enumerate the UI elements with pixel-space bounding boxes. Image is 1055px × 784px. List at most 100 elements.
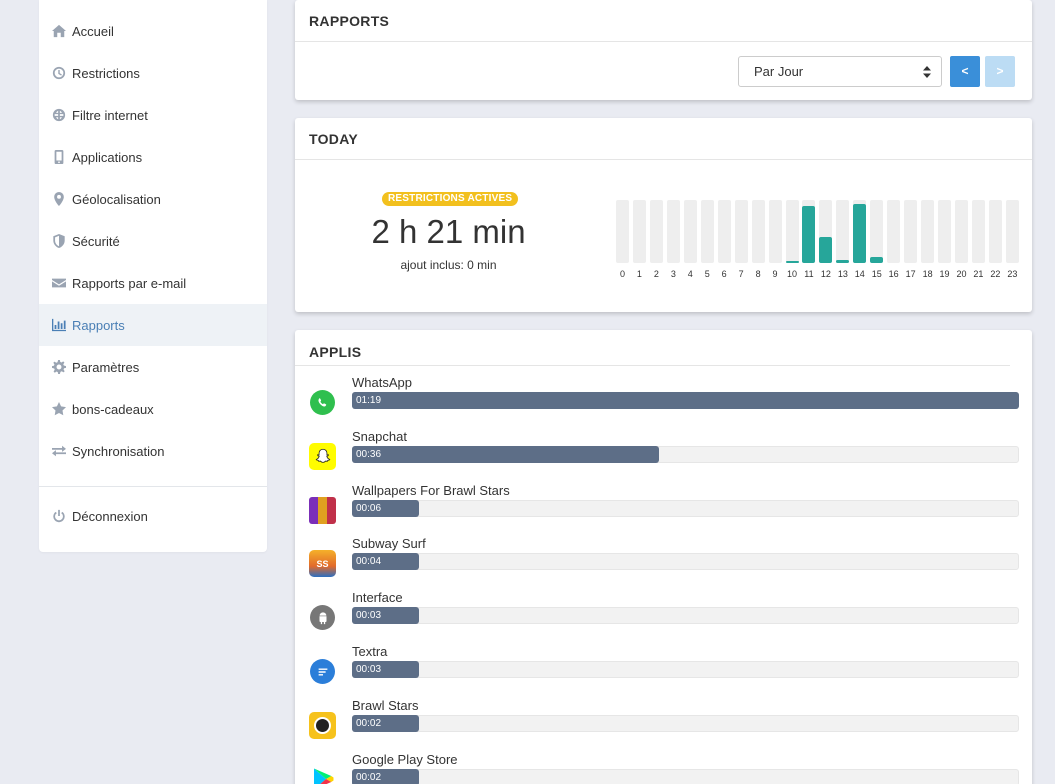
sidebar-item-bons-cadeaux[interactable]: bons-cadeaux bbox=[39, 388, 267, 430]
app-usage-time: 00:03 bbox=[356, 610, 382, 622]
sidebar-item-rapports-par-e-mail[interactable]: Rapports par e-mail bbox=[39, 262, 267, 304]
logout-button[interactable]: Déconnexion bbox=[39, 495, 267, 537]
textra-icon bbox=[309, 658, 336, 685]
sidebar-item-label: Filtre internet bbox=[72, 107, 148, 123]
shield-icon bbox=[51, 233, 67, 249]
app-usage-bar: 00:03 bbox=[352, 661, 419, 678]
app-usage-bar: 00:36 bbox=[352, 445, 659, 463]
hour-bar-track bbox=[921, 200, 935, 263]
bar-chart-icon bbox=[51, 317, 67, 333]
period-select[interactable]: Par Jour bbox=[738, 56, 942, 87]
hour-bar-track bbox=[870, 200, 884, 263]
sidebar-item-filtre-internet[interactable]: Filtre internet bbox=[39, 94, 267, 136]
sidebar-item-label: Rapports par e-mail bbox=[72, 275, 187, 291]
sidebar-item-applications[interactable]: Applications bbox=[39, 136, 267, 178]
hour-label: 20 bbox=[956, 269, 967, 279]
home-icon bbox=[51, 23, 67, 39]
hour-label: 14 bbox=[854, 269, 865, 279]
applis-card: APPLIS WhatsApp 01:19 Snapchat 00:36 Wallpap… bbox=[295, 330, 1032, 784]
sidebar-item-label: Paramètres bbox=[72, 359, 140, 375]
globe-icon bbox=[51, 107, 67, 123]
hour-label: 22 bbox=[990, 269, 1001, 279]
hour-bar-track bbox=[785, 200, 799, 263]
app-usage-bar: 00:04 bbox=[352, 553, 419, 571]
sidebar-divider bbox=[39, 486, 267, 487]
sidebar-item-rapports[interactable]: Rapports bbox=[39, 304, 267, 346]
app-usage-time: 00:04 bbox=[356, 556, 382, 568]
previous-button[interactable]: < bbox=[950, 56, 980, 87]
hour-label: 2 bbox=[653, 269, 659, 279]
app-usage-time: 00:06 bbox=[356, 502, 382, 514]
app-usage-time: 00:02 bbox=[356, 771, 382, 783]
hour-bar-track bbox=[971, 200, 985, 263]
hour-bar-track bbox=[700, 200, 714, 263]
sidebar-item-label: Géolocalisation bbox=[72, 191, 161, 207]
sidebar: Accueil Restrictions Filtre internet Applic… bbox=[39, 0, 267, 552]
sidebar-item-label: Rapports bbox=[72, 317, 125, 333]
hour-bar-track bbox=[1005, 200, 1019, 263]
hour-label: 3 bbox=[670, 269, 676, 279]
select-arrows-icon bbox=[923, 66, 931, 78]
hour-bar-track bbox=[887, 200, 901, 263]
envelope-icon bbox=[51, 275, 67, 291]
hour-bar-track bbox=[649, 200, 663, 263]
sidebar-item-restrictions[interactable]: Restrictions bbox=[39, 52, 267, 94]
hour-label: 7 bbox=[738, 269, 744, 279]
app-usage-time: 00:03 bbox=[356, 664, 382, 675]
app-usage-track bbox=[352, 768, 1019, 784]
app-name: WhatsApp bbox=[352, 375, 412, 390]
hour-label: 15 bbox=[871, 269, 882, 279]
power-icon bbox=[51, 508, 67, 524]
hour-bar-track bbox=[717, 200, 731, 263]
hour-bar-track bbox=[616, 200, 629, 263]
sidebar-item-label: Sécurité bbox=[72, 233, 120, 249]
hour-bar-track bbox=[988, 200, 1002, 263]
hour-label: 10 bbox=[786, 269, 797, 279]
app-usage-track bbox=[352, 661, 1019, 678]
sidebar-item-label: Applications bbox=[72, 149, 143, 165]
hour-label: 23 bbox=[1007, 269, 1018, 279]
app-row-google-play-store: Google Play Store 00:02 bbox=[307, 752, 1019, 784]
today-card: TODAY RESTRICTIONS ACTIVES 2 h 21 min aj… bbox=[295, 118, 1032, 312]
total-time: 2 h 21 min bbox=[371, 213, 526, 250]
hour-label: 13 bbox=[837, 269, 848, 279]
sidebar-item-accueil[interactable]: Accueil bbox=[39, 10, 267, 52]
hour-bar-track bbox=[836, 200, 850, 263]
hour-bar bbox=[802, 206, 816, 263]
hour-bar bbox=[870, 257, 884, 263]
hour-bar-track bbox=[632, 200, 646, 263]
star-icon bbox=[51, 401, 67, 417]
app-name: Google Play Store bbox=[352, 751, 458, 767]
subway-surf-icon: SS bbox=[309, 550, 336, 578]
hour-bar-track bbox=[734, 200, 748, 263]
sidebar-item-label: Restrictions bbox=[72, 65, 140, 81]
app-row-wallpapers-for-brawl-stars: Wallpapers For Brawl Stars 00:06 bbox=[307, 483, 1019, 533]
hour-label: 4 bbox=[687, 269, 693, 279]
sidebar-item-label: bons-cadeaux bbox=[72, 401, 154, 417]
hour-bar-track bbox=[802, 200, 816, 263]
hour-bar-track bbox=[683, 200, 697, 263]
sidebar-item-synchronisation[interactable]: Synchronisation bbox=[39, 430, 267, 472]
sidebar-item-parametres[interactable]: Paramètres bbox=[39, 346, 267, 388]
app-row-brawl-stars: Brawl Stars 00:02 bbox=[307, 698, 1019, 748]
app-name: Subway Surf bbox=[352, 536, 426, 552]
phone-icon bbox=[51, 149, 67, 165]
next-button[interactable]: > bbox=[985, 56, 1015, 87]
sidebar-item-securite[interactable]: Sécurité bbox=[39, 220, 267, 262]
hour-label: 12 bbox=[820, 269, 831, 279]
app-usage-time: 01:19 bbox=[356, 395, 382, 406]
app-usage-time: 00:02 bbox=[356, 717, 382, 729]
today-title: TODAY bbox=[295, 118, 1032, 160]
app-usage-track bbox=[352, 714, 1019, 732]
play-store-icon bbox=[309, 766, 336, 784]
app-usage-track bbox=[352, 553, 1019, 571]
sidebar-item-geolocalisation[interactable]: Géolocalisation bbox=[39, 178, 267, 220]
sidebar-item-label: Accueil bbox=[72, 23, 114, 39]
hour-label: 6 bbox=[721, 269, 727, 279]
hour-bar bbox=[819, 237, 833, 263]
app-row-subway-surf: SS Subway Surf 00:04 bbox=[307, 536, 1019, 586]
hour-bar-track bbox=[938, 200, 952, 263]
hour-label: 8 bbox=[755, 269, 761, 279]
hour-bar-track bbox=[853, 200, 867, 263]
app-usage-bar: 00:02 bbox=[352, 714, 419, 732]
